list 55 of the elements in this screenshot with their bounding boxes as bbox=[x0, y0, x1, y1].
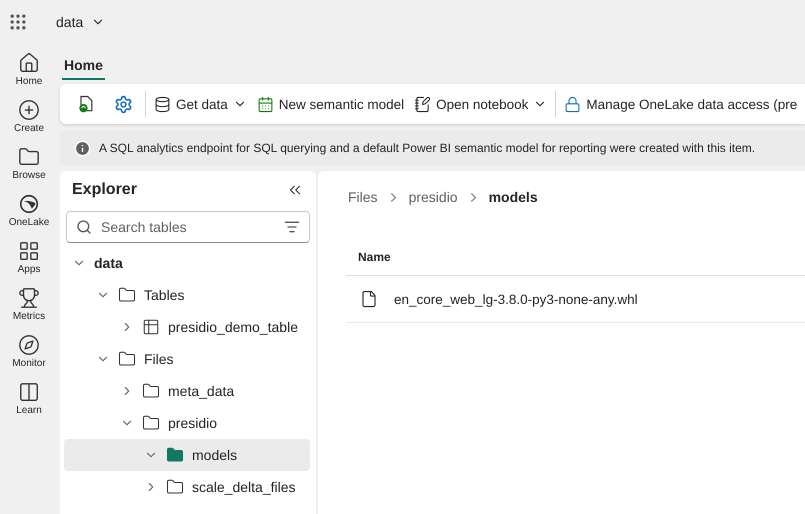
nav-item[interactable]: Metrics bbox=[0, 287, 58, 322]
info-message: A SQL analytics endpoint for SQL querying and a default Power BI semantic model for reporting were created with this item. bbox=[99, 141, 756, 155]
tree-item[interactable]: Tables bbox=[64, 279, 310, 311]
info-icon bbox=[74, 140, 91, 156]
breadcrumb-item[interactable]: Files bbox=[348, 189, 378, 205]
onelake-icon bbox=[18, 193, 40, 215]
home-icon bbox=[18, 52, 40, 74]
file-name[interactable]: en_core_web_lg-3.8.0-py3-none-any.whl bbox=[394, 292, 638, 306]
settings-icon[interactable] bbox=[114, 94, 133, 114]
nav-item[interactable]: Create bbox=[0, 99, 58, 134]
breadcrumb-item[interactable]: models bbox=[488, 189, 538, 205]
toolbar-button[interactable]: Get data bbox=[152, 96, 249, 112]
nav-item[interactable]: Monitor bbox=[0, 334, 58, 369]
book-icon bbox=[18, 381, 40, 403]
calendar-icon bbox=[256, 96, 274, 112]
folder-icon bbox=[18, 146, 40, 168]
search-icon bbox=[76, 219, 92, 235]
file-icon bbox=[360, 290, 378, 308]
app-launcher-icon[interactable] bbox=[8, 12, 28, 32]
lock-icon bbox=[564, 96, 582, 112]
column-header[interactable]: Name bbox=[358, 250, 391, 264]
folder-icon bbox=[142, 382, 160, 400]
nav-item[interactable]: Learn bbox=[0, 381, 58, 416]
tree-item[interactable]: presidio_demo_table bbox=[64, 311, 310, 343]
folder-icon bbox=[142, 414, 160, 432]
breadcrumb-item[interactable]: presidio bbox=[408, 189, 458, 205]
compass-icon bbox=[18, 334, 40, 356]
search-field[interactable]: Search tables bbox=[66, 211, 310, 243]
nav-item[interactable]: Home bbox=[0, 52, 58, 87]
database-icon bbox=[154, 96, 171, 112]
explorer-title: Explorer bbox=[72, 181, 137, 199]
tree-item[interactable]: data bbox=[64, 247, 310, 279]
tree-item[interactable]: Files bbox=[64, 343, 310, 375]
toolbar-button[interactable]: New semantic model bbox=[254, 96, 406, 112]
apps-grid-icon bbox=[18, 240, 40, 262]
nav-item[interactable]: Browse bbox=[0, 146, 58, 181]
nav-item[interactable]: Apps bbox=[0, 240, 58, 275]
nav-item[interactable]: OneLake bbox=[0, 193, 58, 228]
folder-icon bbox=[166, 446, 184, 464]
folder-icon bbox=[118, 350, 136, 368]
toolbar-button[interactable]: Manage OneLake data access (pre bbox=[562, 96, 800, 112]
toolbar-button[interactable]: Open notebook bbox=[412, 96, 550, 112]
tree-item[interactable]: models bbox=[64, 439, 310, 471]
folder-icon bbox=[166, 478, 184, 496]
tree-item[interactable]: meta_data bbox=[64, 375, 310, 407]
folder-icon bbox=[118, 286, 136, 304]
workspace-dropdown[interactable]: data bbox=[56, 14, 106, 30]
ribbon-tab[interactable]: Home bbox=[62, 57, 105, 80]
table-icon bbox=[142, 318, 160, 336]
plus-circle-icon bbox=[18, 99, 40, 121]
notebook-icon bbox=[414, 96, 432, 112]
tree-item[interactable]: presidio bbox=[64, 407, 310, 439]
trophy-icon bbox=[18, 287, 40, 309]
tree-item[interactable]: scale_delta_files bbox=[64, 471, 310, 503]
filter-icon[interactable] bbox=[284, 219, 300, 235]
